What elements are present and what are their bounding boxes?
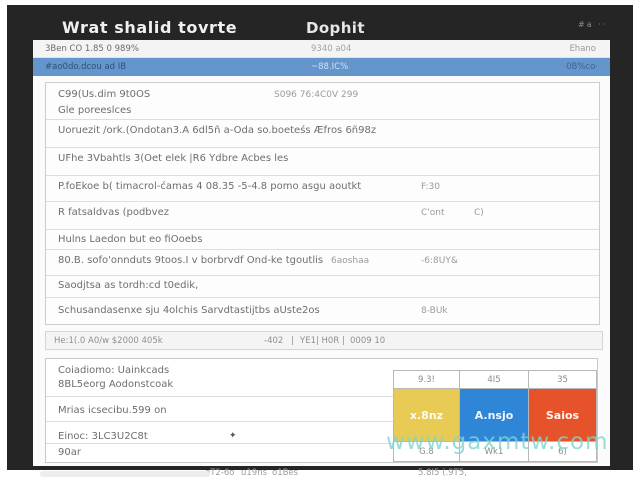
screenshot-root: Wrat shalid tovrte Dophit #a ·· 3Ben CO …	[0, 0, 640, 480]
grid-cell-blue[interactable]: A.nsjo	[459, 388, 529, 442]
diamond-icon[interactable]: ✦	[229, 431, 237, 441]
row-divider	[46, 147, 599, 148]
summary-line4: Einoc: 3LC3U2C8t	[58, 431, 148, 442]
selected-row-left: #ao0do.dcou ad IB	[45, 62, 126, 72]
row-divider	[46, 175, 599, 176]
form-row-i-value: 8-BUk	[421, 306, 448, 316]
form-row-d-value: F:30	[421, 182, 440, 192]
window-title: Wrat shalid tovrte	[62, 18, 237, 37]
form-row-h-label[interactable]: Saodjtsa as tordh:cd t0edik,	[58, 280, 198, 291]
header-center-text: 9340 a04	[311, 44, 351, 54]
status-bar: He:1(.0 A0/w $2000 405k -402 | YE1| H0R …	[45, 331, 603, 350]
row-divider	[46, 249, 599, 250]
status-left: He:1(.0 A0/w $2000 405k	[54, 336, 163, 346]
row-divider	[46, 119, 599, 120]
form-panel: C99(Us.dim 9t0OS S096 76:4C0V 299 Gle po…	[45, 82, 600, 325]
form-row-a-label[interactable]: C99(Us.dim 9t0OS	[58, 89, 150, 100]
summary-line2: 8BL5eorg Aodonstcoak	[58, 379, 173, 390]
header-left-text: 3Ben CO 1.85 0 989%	[45, 44, 139, 54]
form-row-c-label[interactable]: UFhe 3Vbahtls 3(Oet elek |R6 Ydbre Acbes…	[58, 153, 288, 164]
form-row-e-value1: C'ont	[421, 208, 445, 218]
form-row-g-value2: -6:8UY&	[421, 256, 458, 266]
grid-cell-top-1: 9.3!	[393, 370, 460, 389]
form-row-g-value1: 6aoshaa	[331, 256, 369, 266]
status-separator: |	[342, 336, 345, 346]
grid-cell-bottom-1: G.8	[393, 441, 460, 462]
grid-cell-orange[interactable]: Saios	[528, 388, 597, 442]
form-row-a-subtext: Gle poreeslces	[58, 105, 131, 116]
selected-row-right: 0B%co·	[566, 62, 598, 72]
header-row[interactable]: 3Ben CO 1.85 0 989% 9340 a04 Ehano	[33, 40, 610, 58]
summary-line1: Coiadiomo: Uainkcads	[58, 365, 169, 376]
row-divider	[46, 297, 599, 298]
grid-cell-bottom-3: 6)	[528, 441, 597, 462]
header-right-text: Ehano	[569, 44, 596, 54]
row-divider	[46, 229, 599, 230]
titlebar-controls-icon[interactable]: #a ··	[578, 20, 607, 29]
window-subtitle: Dophit	[306, 19, 365, 37]
summary-grid: 9.3! 4I5 35 x.8nz A.nsjo Saios G.8 Wk1 6…	[394, 371, 597, 462]
caption-word-3: o1Bes	[272, 468, 298, 478]
grid-cell-top-2: 4I5	[459, 370, 529, 389]
grid-cell-yellow[interactable]: x.8nz	[393, 388, 460, 442]
selected-row-center: ~88.IC%	[311, 62, 348, 72]
status-center2: YE1| H0R	[300, 336, 339, 346]
row-divider	[46, 275, 599, 276]
grid-cell-top-3: 35	[528, 370, 597, 389]
summary-line5: 90ar	[58, 447, 81, 458]
form-row-b-label[interactable]: Uoruezit /ork.(Ondotan3.A 6dl5ñ a-Oda so…	[58, 125, 376, 136]
form-row-i-label[interactable]: Schusandasenxe sju 4olchis Sarvdtastijtb…	[58, 305, 320, 316]
status-separator: |	[291, 336, 294, 346]
form-row-a-value: S096 76:4C0V 299	[274, 90, 358, 100]
form-row-e-label[interactable]: R fatsaldvas (podbvez	[58, 207, 169, 218]
form-row-f-label[interactable]: Hulns Laedon but eo fiOoebs	[58, 234, 202, 245]
status-right: 0009 10	[350, 336, 385, 346]
row-divider	[46, 201, 599, 202]
bottom-scrollbar[interactable]	[40, 471, 210, 477]
caption-right: 5.8I5 (.9T5,	[418, 468, 467, 478]
summary-panel: Coiadiomo: Uainkcads 8BL5eorg Aodonstcoa…	[45, 358, 598, 463]
selected-list-row[interactable]: #ao0do.dcou ad IB ~88.IC% 0B%co·	[33, 58, 610, 76]
status-center1: -402	[264, 336, 283, 346]
form-row-g-label[interactable]: 80.B. sofo'onnduts 9toos.I v borbrvdf On…	[58, 255, 323, 266]
grid-cell-bottom-2: Wk1	[459, 441, 529, 462]
form-row-e-value2: C)	[474, 208, 484, 218]
form-row-d-label[interactable]: P.foEkoe b( timacrol-ćamas 4 08.35 -5-4.…	[58, 181, 361, 192]
summary-line3: Mrias icsecibu.599 on	[58, 405, 167, 416]
caption-word-2: u19ns	[241, 468, 267, 478]
